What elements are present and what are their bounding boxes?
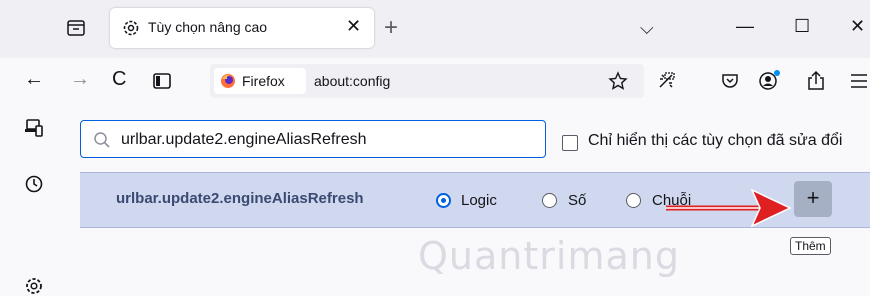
show-modified-label: Chỉ hiển thị các tùy chọn đã sửa đổi [588,132,843,149]
maximize-button[interactable]: ☐ [794,16,810,37]
account-icon[interactable] [758,68,782,92]
url-bar[interactable]: Firefox about:config [210,64,644,98]
sidebar [0,104,66,295]
preference-name: urlbar.update2.engineAliasRefresh [116,190,364,207]
back-button[interactable]: ← [24,68,44,91]
window-close-button[interactable]: ✕ [850,16,865,37]
forward-button[interactable]: → [70,68,90,91]
type-label-logic: Logic [461,192,497,209]
tab-close-icon[interactable]: ✕ [346,16,361,37]
tab-list-dropdown-icon[interactable]: ⌵ [640,18,654,39]
new-tab-button[interactable]: + [384,16,398,40]
synced-tabs-icon[interactable] [24,118,44,138]
search-icon [94,132,110,148]
share-icon[interactable] [806,70,826,92]
type-radio-logic[interactable] [436,193,451,208]
add-tooltip: Thêm [790,237,831,255]
star-icon[interactable] [608,71,628,91]
tab-strip: Tùy chọn nâng cao ✕ + ⌵ — ☐ ✕ [0,0,870,58]
minimize-button[interactable]: — [736,16,754,37]
nav-bar: ← → C Firefox about:config [0,58,870,105]
pocket-icon[interactable] [720,71,740,91]
tab-overview-icon[interactable] [66,18,86,38]
extensions-icon[interactable] [656,70,678,92]
sidebar-toggle-icon[interactable] [152,71,172,91]
history-icon[interactable] [24,174,44,194]
tab-title: Tùy chọn nâng cao [148,19,268,35]
show-modified-checkbox[interactable] [562,135,578,151]
annotation-arrow-icon [666,188,792,228]
identity-box[interactable]: Firefox [214,68,306,94]
identity-label: Firefox [242,73,285,89]
tab-advanced-preferences[interactable]: Tùy chọn nâng cao ✕ [110,8,374,48]
type-label-number: Số [568,192,587,209]
search-input-value[interactable]: urlbar.update2.engineAliasRefresh [121,131,367,149]
type-radio-number[interactable] [542,193,557,208]
menu-icon[interactable] [850,72,868,90]
sidebar-settings-gear-icon[interactable] [24,276,44,296]
firefox-logo-icon [221,74,235,88]
settings-gear-icon [123,20,139,36]
preference-search-input[interactable]: urlbar.update2.engineAliasRefresh [80,120,546,158]
type-radio-string[interactable] [626,193,641,208]
url-text[interactable]: about:config [314,73,390,89]
watermark-logo: Quantrimang [418,234,680,278]
reload-button[interactable]: C [112,68,126,91]
